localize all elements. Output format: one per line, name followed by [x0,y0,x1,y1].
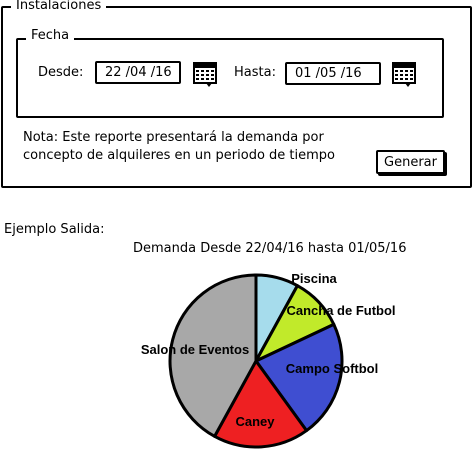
pie-label-caney: Caney [235,414,275,429]
demand-pie-chart: Piscina Cancha de Futbol Campo Softbol Cane… [141,271,396,449]
pie-label-salon-de-eventos: Salon de Eventos [141,342,249,357]
pie-label-campo-softbol: Campo Softbol [286,361,378,376]
pie-label-cancha-de-futbol: Cancha de Futbol [286,303,395,318]
pie-label-piscina: Piscina [291,271,337,286]
